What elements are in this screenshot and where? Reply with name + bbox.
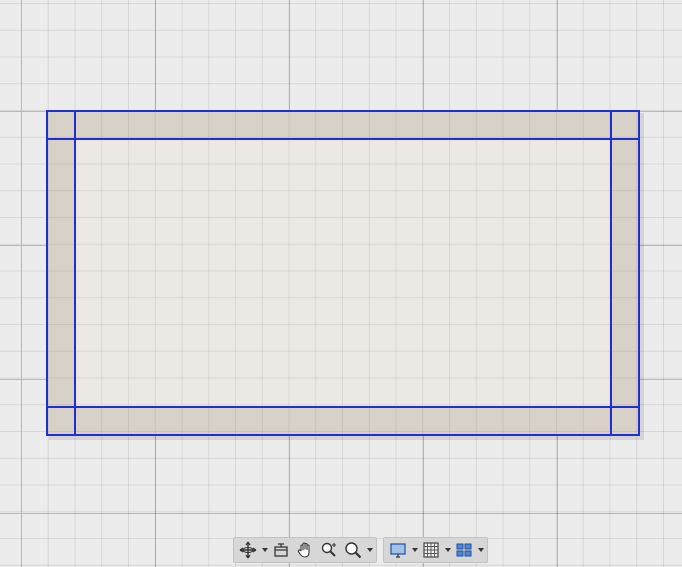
- orbit-icon[interactable]: [237, 539, 259, 561]
- zoom-realtime-icon[interactable]: [318, 539, 340, 561]
- origin-axis-line: [21, 0, 22, 567]
- monitor-icon[interactable]: [387, 539, 409, 561]
- selection-edge-left-outer: [46, 110, 48, 436]
- room-floor[interactable]: [75, 139, 611, 406]
- chevron-down-icon[interactable]: [477, 539, 484, 561]
- selection-edge-bottom-inner: [47, 406, 640, 408]
- grid-icon[interactable]: [420, 539, 442, 561]
- selection-edge-top-inner: [47, 138, 640, 140]
- chevron-down-icon[interactable]: [261, 539, 268, 561]
- look-at-icon[interactable]: [270, 539, 292, 561]
- navigation-toolbar: [233, 537, 488, 563]
- chevron-down-icon[interactable]: [444, 539, 451, 561]
- chevron-down-icon[interactable]: [411, 539, 418, 561]
- pan-hand-icon[interactable]: [294, 539, 316, 561]
- viewport-layout-icon[interactable]: [453, 539, 475, 561]
- grid-major-line: [0, 513, 682, 514]
- navigation-tools-group: [233, 537, 377, 563]
- selection-edge-right-inner: [610, 110, 612, 436]
- selection-edge-left-inner: [74, 110, 76, 436]
- zoom-window-icon[interactable]: [342, 539, 364, 561]
- floor-plan-viewport[interactable]: [0, 0, 682, 567]
- display-tools-group: [383, 537, 488, 563]
- selection-edge-bottom-outer: [47, 434, 640, 436]
- selection-edge-right-outer: [638, 110, 640, 436]
- selection-edge-top-outer: [47, 110, 640, 112]
- chevron-down-icon[interactable]: [366, 539, 373, 561]
